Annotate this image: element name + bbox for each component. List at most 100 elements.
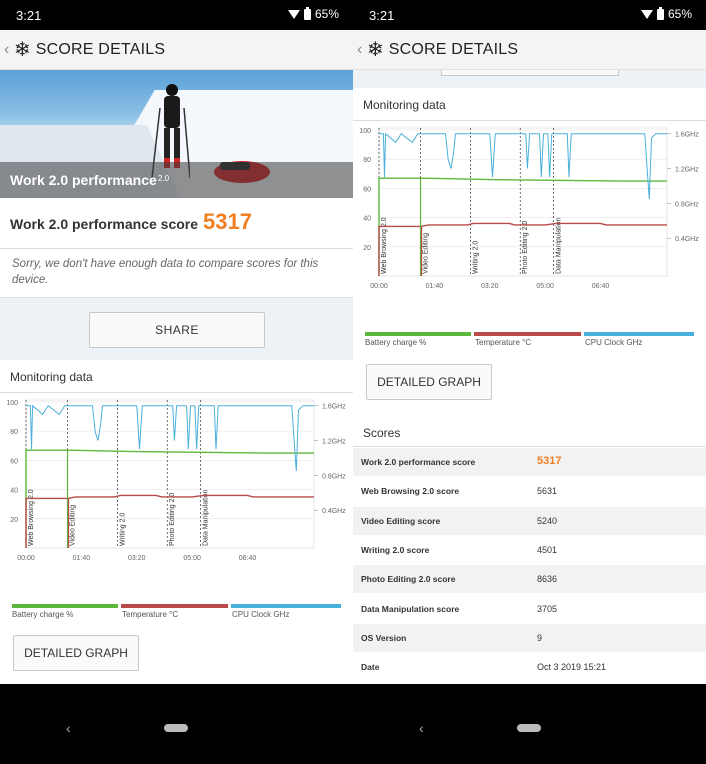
y-tick-label: 80: [10, 429, 18, 436]
battery-level: 65%: [667, 7, 692, 21]
section-label: Photo Editing 2.0: [522, 221, 529, 274]
battery-icon: [656, 6, 664, 20]
status-time: 3:21: [369, 8, 395, 23]
hero-title: Work 2.0 performance: [10, 172, 157, 188]
x-tick-label: 01:40: [426, 283, 444, 290]
app-bar: ‹ ❄ SCORE DETAILS: [0, 30, 353, 70]
nav-home-pill[interactable]: [164, 724, 188, 732]
legend-temperature-label: Temperature °C: [475, 338, 532, 347]
share-button-edge[interactable]: [441, 70, 619, 76]
score-row-label: OS Version: [361, 632, 407, 643]
section-label: Writing 2.0: [119, 513, 126, 546]
legend-cpu-label: CPU Clock GHz: [585, 338, 643, 347]
battery-icon: [303, 6, 311, 20]
y2-tick-label: 0.4GHz: [322, 508, 346, 515]
score-row-label: Data Manipulation score: [361, 603, 460, 614]
x-tick-label: 01:40: [73, 555, 91, 562]
y-tick-label: 60: [363, 186, 371, 193]
back-chevron-icon[interactable]: ‹: [357, 41, 365, 59]
battery-level: 65%: [314, 7, 339, 21]
x-tick-label: 06:40: [239, 555, 257, 562]
status-bar: 3:21 65%: [353, 0, 706, 30]
page-title: SCORE DETAILS: [388, 40, 519, 58]
section-label: Data Manipulation: [555, 217, 562, 274]
score-row: Writing 2.0 score 4501: [353, 536, 706, 565]
monitoring-card: Monitoring data 20 40 60 80 100 0.4GHz 0.8GHz 1…: [353, 88, 706, 434]
left-screen: 3:21 65% ‹ ❄ SCORE DETAILS Work 2.0 perf…: [0, 0, 353, 764]
section-label: Writing 2.0: [472, 241, 479, 274]
y-tick-label: 20: [363, 245, 371, 252]
hero-image: Work 2.0 performance 2.0: [0, 70, 353, 198]
nav-back-icon[interactable]: ‹: [66, 720, 71, 736]
y-tick-label: 80: [363, 157, 371, 164]
detailed-graph-button[interactable]: DETAILED GRAPH: [366, 364, 492, 400]
section-label: Video Editing: [70, 505, 77, 546]
legend-battery-swatch: [12, 604, 118, 608]
y2-tick-label: 1.2GHz: [322, 439, 346, 446]
score-row: Work 2.0 performance score 5317: [353, 448, 706, 477]
nav-back-icon[interactable]: ‹: [419, 720, 424, 736]
detailed-graph-button[interactable]: DETAILED GRAPH: [13, 635, 139, 671]
score-row-value: 5631: [537, 486, 558, 497]
y2-tick-label: 0.4GHz: [675, 236, 699, 243]
x-tick-label: 03:20: [128, 555, 146, 562]
monitoring-chart[interactable]: 20 40 60 80 100 0.4GHz 0.8GHz 1.2GHz 1.6GHz 00:00…: [353, 88, 706, 328]
score-row-value: 9: [537, 632, 543, 643]
scores-card: Scores Work 2.0 performance score 5317 Web…: [353, 418, 706, 684]
nav-bar: ‹: [353, 684, 706, 764]
monitoring-chart[interactable]: 20 40 60 80 100 0.4GHz 0.8GHz 1.2GHz 1.6GHz 00:00…: [0, 360, 353, 600]
score-row-value: 5317: [537, 455, 562, 467]
nav-home-pill[interactable]: [517, 724, 541, 732]
x-tick-label: 03:20: [481, 283, 499, 290]
score-row: Web Browsing 2.0 score 5631: [353, 477, 706, 507]
score-row: Video Editing score 5240: [353, 506, 706, 536]
y-tick-label: 20: [10, 517, 18, 524]
legend-temperature-label: Temperature °C: [122, 610, 179, 619]
compare-message: Sorry, we don't have enough data to comp…: [12, 258, 319, 286]
legend-temperature-swatch: [121, 604, 228, 608]
section-label: Video Editing: [423, 233, 430, 274]
legend-battery-label: Battery charge %: [365, 338, 427, 347]
back-chevron-icon[interactable]: ‹: [4, 41, 12, 59]
x-tick-label: 00:00: [370, 283, 388, 290]
score-row-label: Work 2.0 performance score: [361, 457, 476, 467]
score-row-label: Photo Editing 2.0 score: [361, 574, 456, 585]
y-tick-label: 100: [359, 128, 371, 135]
scroll-content[interactable]: Work 2.0 performance 2.0 Work 2.0 perfor…: [0, 70, 353, 684]
divider: [0, 248, 353, 249]
score-row-value: 5240: [537, 515, 558, 526]
x-tick-label: 05:00: [183, 555, 201, 562]
wifi-icon: [640, 9, 653, 19]
x-tick-label: 05:00: [536, 283, 554, 290]
y2-tick-label: 1.2GHz: [675, 167, 699, 174]
page-title: SCORE DETAILS: [35, 40, 166, 58]
y2-tick-label: 1.6GHz: [675, 132, 699, 139]
scores-title: Scores: [363, 426, 401, 440]
y-tick-label: 40: [10, 488, 18, 495]
scroll-content[interactable]: Monitoring data 20 40 60 80 100 0.4GHz 0.8GHz 1…: [353, 70, 706, 684]
score-row: Date Oct 3 2019 15:21: [353, 653, 706, 683]
score-row-value: Oct 3 2019 15:21: [537, 662, 607, 673]
nav-bar: ‹: [0, 684, 353, 764]
app-bar: ‹ ❄ SCORE DETAILS: [353, 30, 706, 70]
score-label: Work 2.0 performance score: [10, 216, 199, 232]
score-row-value: 3705: [537, 603, 558, 614]
wifi-icon: [287, 9, 300, 19]
hero-version: 2.0: [158, 174, 170, 183]
score-row-label: Writing 2.0 score: [361, 544, 430, 555]
score-value: 5317: [203, 209, 252, 234]
legend-cpu-swatch: [231, 604, 341, 608]
legend-battery-label: Battery charge %: [12, 610, 74, 619]
legend-battery-swatch: [365, 332, 471, 336]
score-card: Work 2.0 performance score 5317 Sorry, w…: [0, 198, 353, 298]
status-time: 3:21: [16, 8, 42, 23]
y2-tick-label: 1.6GHz: [322, 404, 346, 411]
share-button[interactable]: SHARE: [89, 312, 265, 348]
score-row-value: 8636: [537, 574, 558, 585]
legend-cpu-label: CPU Clock GHz: [232, 610, 290, 619]
monitoring-card: Monitoring data 20 40 60 80 100 0.4GHz 0.8GHz 1…: [0, 360, 353, 684]
score-row-label: Date: [361, 662, 380, 673]
y-tick-label: 40: [363, 216, 371, 223]
right-screen: 3:21 65% ‹ ❄ SCORE DETAILS Monitoring da…: [353, 0, 706, 764]
y2-tick-label: 0.8GHz: [322, 473, 346, 480]
